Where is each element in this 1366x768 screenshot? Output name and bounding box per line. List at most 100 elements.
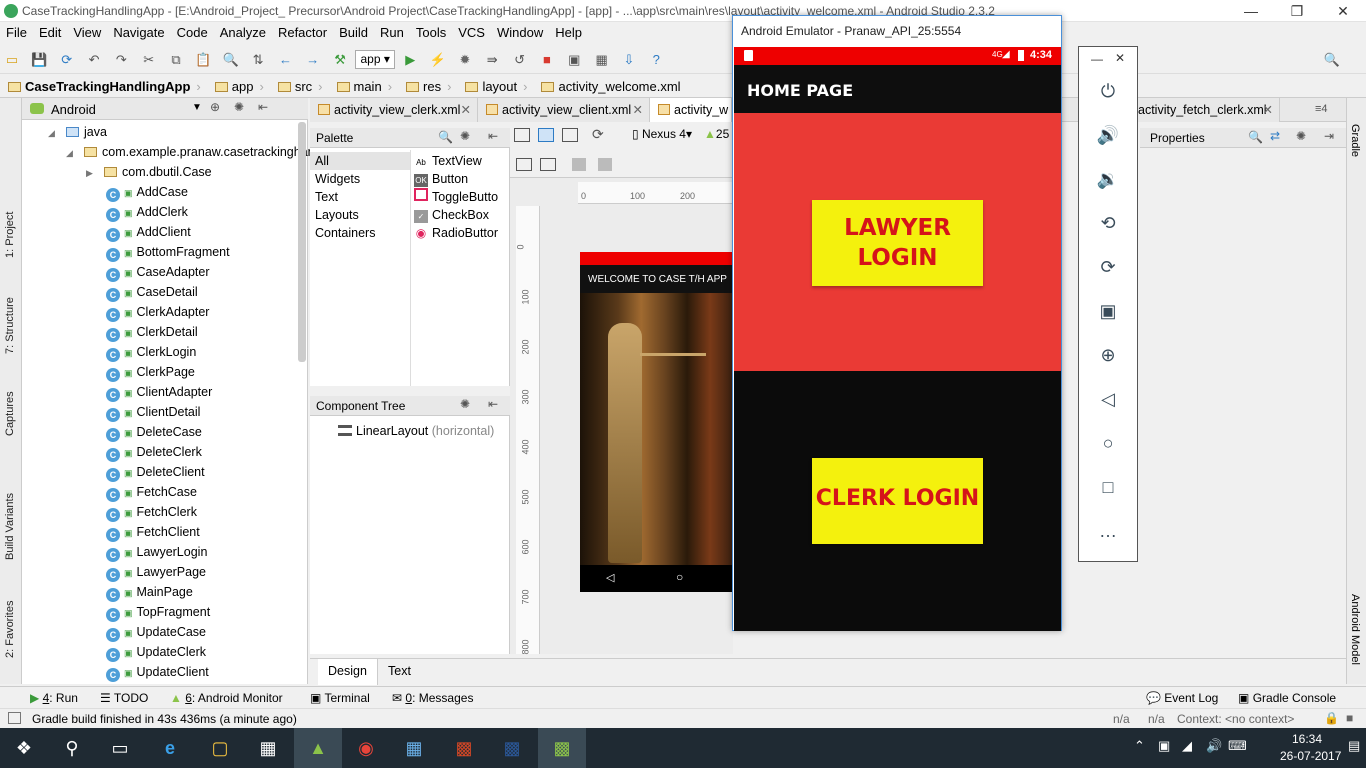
tree-class-item[interactable]: C ▣ ClientAdapter <box>106 382 212 402</box>
tree-folder-item[interactable]: ▶ com.dbutil.Case <box>86 162 212 182</box>
design-surface-icon[interactable] <box>514 128 530 142</box>
tree-class-item[interactable]: C ▣ MainPage <box>106 582 193 602</box>
palette-widget[interactable]: ToggleButto <box>414 188 510 206</box>
menu-build[interactable]: Build <box>333 22 374 40</box>
tree-class-item[interactable]: C ▣ LawyerPage <box>106 562 206 582</box>
tray-wifi-icon[interactable]: ◢ <box>1182 738 1192 754</box>
tool-messages[interactable]: ✉ 0: Messages <box>392 691 473 705</box>
hide-panel-icon[interactable]: ⇤ <box>258 100 268 114</box>
lawyer-login-button[interactable]: LAWYER LOGIN <box>812 200 983 286</box>
debug-icon[interactable]: ✹ <box>456 51 474 69</box>
volume-down-icon[interactable]: 🔉 <box>1079 169 1137 190</box>
tree-class-item[interactable]: C ▣ CaseDetail <box>106 282 198 302</box>
edge-icon[interactable]: e <box>146 728 194 768</box>
tool-favorites[interactable]: 2: Favorites <box>4 601 16 658</box>
menu-view[interactable]: View <box>67 22 107 40</box>
tab-activity-fetch-clerk[interactable]: activity_fetch_clerk.xml ✕ <box>1130 98 1280 122</box>
menu-run[interactable]: Run <box>374 22 410 40</box>
tool-build-variants[interactable]: Build Variants <box>4 493 16 560</box>
tray-time[interactable]: 16:34 <box>1292 732 1322 746</box>
emulator-close-icon[interactable]: ✕ <box>1115 51 1125 65</box>
tab-activity-view-client[interactable]: activity_view_client.xml ✕ <box>478 98 650 122</box>
layout-preview[interactable]: WELCOME TO CASE T/H APP ◁ ○ <box>580 252 733 592</box>
cut-icon[interactable]: ✂ <box>140 51 158 69</box>
power-icon[interactable]: ⏻ <box>1079 81 1137 102</box>
tree-folder-item[interactable]: ◢ java <box>48 122 107 142</box>
close-icon[interactable]: ✕ <box>1320 0 1366 22</box>
attach-debugger-icon[interactable]: ⇛ <box>483 51 501 69</box>
breadcrumb-item[interactable]: activity_welcome.xml <box>533 76 686 94</box>
menu-file[interactable]: File <box>0 22 33 40</box>
menu-help[interactable]: Help <box>549 22 588 40</box>
menu-edit[interactable]: Edit <box>33 22 67 40</box>
palette-hide-icon[interactable]: ⇤ <box>488 129 498 143</box>
maximize-icon[interactable]: ❐ <box>1274 0 1320 22</box>
tree-scrollbar[interactable] <box>298 122 306 362</box>
close-tab-icon[interactable]: ✕ <box>461 98 471 122</box>
tray-network-icon[interactable]: ▣ <box>1158 738 1170 754</box>
find-icon[interactable]: 🔍 <box>222 51 240 69</box>
orientation-icon[interactable]: ⟳ <box>592 126 604 143</box>
avd-manager-icon[interactable]: ▣ <box>565 51 583 69</box>
tree-class-item[interactable]: C ▣ DeleteClerk <box>106 442 202 462</box>
tree-class-item[interactable]: C ▣ FetchClerk <box>106 502 197 522</box>
breadcrumb-item[interactable]: app › <box>207 76 270 94</box>
tab-list-icon[interactable]: ≡4 <box>1315 103 1328 115</box>
rotate-left-icon[interactable]: ⟲ <box>1079 213 1137 234</box>
blueprint-icon[interactable] <box>538 128 554 142</box>
tool-gradle[interactable]: Gradle <box>1349 124 1361 157</box>
project-structure-icon[interactable]: ▦ <box>593 51 611 69</box>
menu-navigate[interactable]: Navigate <box>107 22 170 40</box>
breadcrumb-item[interactable]: layout › <box>457 76 533 94</box>
chrome-icon[interactable]: ◉ <box>342 728 390 768</box>
inspector-icon[interactable]: ■ <box>1346 711 1353 725</box>
sync-icon[interactable]: ⟳ <box>58 51 76 69</box>
open-folder-icon[interactable]: ▭ <box>3 51 21 69</box>
windows-start-icon[interactable]: ❖ <box>0 728 48 768</box>
tree-class-item[interactable]: C ▣ LawyerLogin <box>106 542 207 562</box>
view-mode-dropdown-icon[interactable]: ▼ <box>192 102 202 113</box>
lock-icon[interactable]: 🔒 <box>1324 711 1339 725</box>
rotate-right-icon[interactable]: ⟳ <box>1079 257 1137 278</box>
expanded-arrow-icon[interactable]: ◢ <box>66 143 80 163</box>
tool-gradle-console[interactable]: ▣ Gradle Console <box>1238 691 1336 705</box>
files-taskbar-icon[interactable]: ▦ <box>390 728 438 768</box>
tool-project[interactable]: 1: Project <box>4 212 16 258</box>
run-config-select[interactable]: app ▾ <box>355 50 395 69</box>
clerk-login-button[interactable]: CLERK LOGIN <box>812 458 983 544</box>
more-icon[interactable]: … <box>1079 521 1137 542</box>
palette-category-widgets[interactable]: Widgets <box>310 170 410 188</box>
palette-widget[interactable]: OK Button <box>414 170 510 188</box>
tool-android-model[interactable]: Android Model <box>1349 594 1361 665</box>
tree-class-item[interactable]: C ▣ DeleteClient <box>106 462 205 482</box>
palette-widget[interactable]: Ab TextView <box>414 152 510 170</box>
tree-class-item[interactable]: C ▣ CaseAdapter <box>106 262 209 282</box>
palette-category-text[interactable]: Text <box>310 188 410 206</box>
menu-refactor[interactable]: Refactor <box>272 22 333 40</box>
copy-icon[interactable]: ⧉ <box>167 51 185 69</box>
tree-class-item[interactable]: C ▣ ClerkAdapter <box>106 302 209 322</box>
powerpoint-icon[interactable]: ▩ <box>440 728 488 768</box>
breadcrumb-item[interactable]: src › <box>270 76 329 94</box>
stop-icon[interactable]: ■ <box>538 51 556 69</box>
word-icon[interactable]: ▩ <box>488 728 536 768</box>
tree-folder-item[interactable]: ◢ com.example.pranaw.casetrackinghand <box>66 142 322 162</box>
component-tree-hide-icon[interactable]: ⇤ <box>488 397 498 411</box>
tree-class-item[interactable]: C ▣ AddClient <box>106 222 191 242</box>
apply-changes-icon[interactable]: ⚡ <box>429 51 447 69</box>
menu-code[interactable]: Code <box>171 22 214 40</box>
tool-event-log[interactable]: 💬 Event Log <box>1146 691 1218 705</box>
paste-icon[interactable]: 📋 <box>194 51 212 69</box>
properties-hide-icon[interactable]: ⇥ <box>1324 129 1334 143</box>
tool-todo[interactable]: ☰ TODO <box>100 691 148 705</box>
properties-toggle-icon[interactable]: ⇄ <box>1270 129 1280 143</box>
tree-class-item[interactable]: C ▣ ClerkDetail <box>106 322 198 342</box>
component-tree-root[interactable]: LinearLayout (horizontal) <box>338 424 494 438</box>
menu-tools[interactable]: Tools <box>410 22 452 40</box>
tree-class-item[interactable]: C ▣ ClerkPage <box>106 362 195 382</box>
pan-icon[interactable] <box>572 158 586 171</box>
tree-class-item[interactable]: C ▣ FetchCase <box>106 482 197 502</box>
palette-category-layouts[interactable]: Layouts <box>310 206 410 224</box>
menu-analyze[interactable]: Analyze <box>214 22 272 40</box>
tray-date[interactable]: 26-07-2017 <box>1280 749 1341 763</box>
